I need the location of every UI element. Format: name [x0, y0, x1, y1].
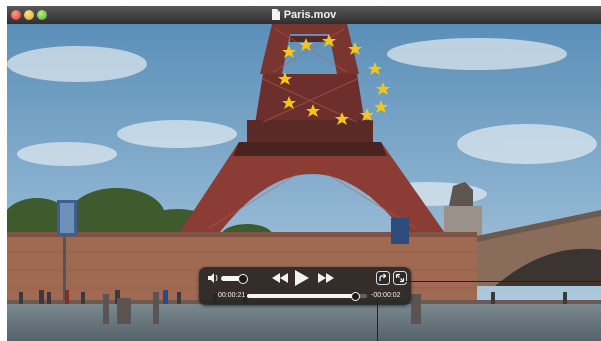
scrubber-track[interactable]: [247, 294, 367, 298]
fast-forward-button[interactable]: [318, 273, 334, 283]
callout-line-fullscreen: [404, 281, 600, 282]
share-button[interactable]: [376, 271, 390, 285]
callout-line-share: [377, 299, 378, 341]
window-title-area: Paris.mov: [7, 7, 601, 23]
remaining-time: -00:00:02: [371, 292, 401, 299]
title-bar[interactable]: Paris.mov: [7, 6, 601, 25]
scrubber-playhead[interactable]: [351, 292, 360, 301]
scrubber-progress: [247, 294, 355, 298]
speaker-icon[interactable]: [208, 273, 220, 283]
rewind-button[interactable]: [272, 273, 288, 283]
embankment: [7, 302, 601, 341]
quicktime-window: Paris.mov 00:00:21 -00:00:02: [7, 6, 601, 341]
volume-slider-knob[interactable]: [238, 274, 248, 284]
play-button[interactable]: [295, 270, 309, 286]
banner: [391, 218, 409, 244]
window-title: Paris.mov: [283, 9, 337, 21]
document-icon: [271, 9, 280, 20]
fullscreen-button[interactable]: [393, 271, 407, 285]
elapsed-time: 00:00:21: [218, 292, 246, 299]
playback-controls: 00:00:21 -00:00:02: [199, 267, 411, 305]
